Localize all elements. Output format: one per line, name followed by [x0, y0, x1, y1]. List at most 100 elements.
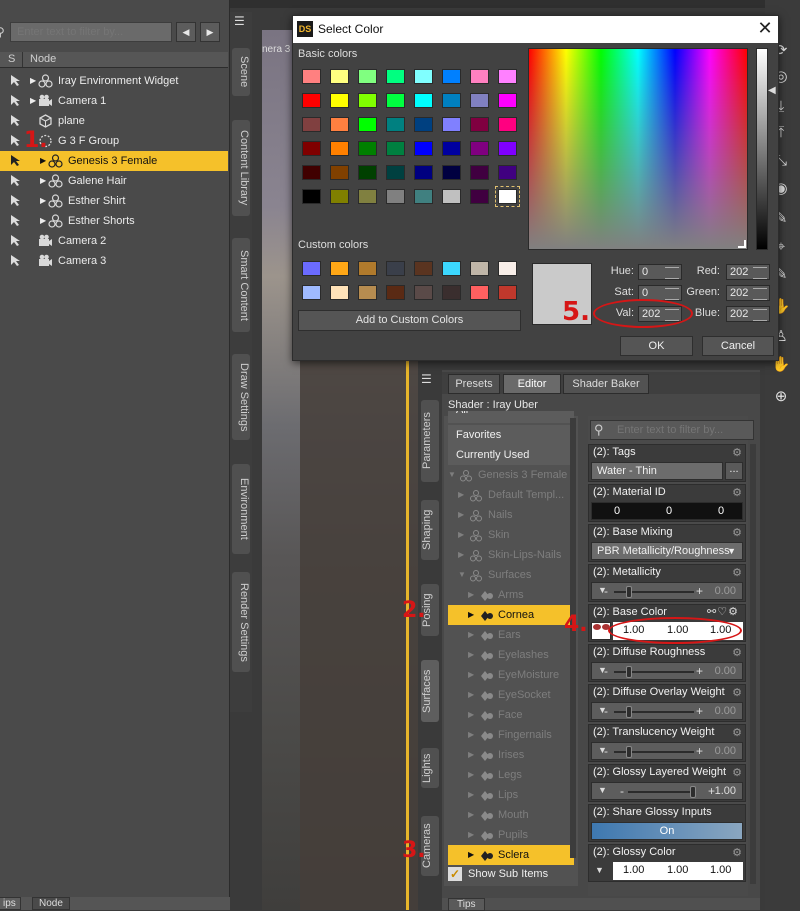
basic-color-swatch[interactable]: [302, 93, 321, 108]
surface-list-item[interactable]: ▶ EyeMoisture: [448, 665, 574, 685]
glossy-color-field[interactable]: 1.00 1.00 1.00: [613, 862, 743, 880]
gear-icon[interactable]: ⚙: [732, 766, 742, 779]
basic-color-swatch[interactable]: [386, 69, 405, 84]
expand-arrow-icon[interactable]: ▶: [40, 171, 46, 191]
basic-color-swatch[interactable]: [470, 93, 489, 108]
gear-icon[interactable]: ⚙: [732, 526, 742, 539]
tags-value-field[interactable]: Water - Thin: [591, 462, 723, 480]
ok-button[interactable]: OK: [620, 336, 693, 356]
surface-list-item[interactable]: ▶ Ears: [448, 625, 574, 645]
custom-color-swatch[interactable]: [498, 261, 517, 276]
slider-knob[interactable]: [690, 786, 696, 798]
basic-color-swatch[interactable]: [470, 141, 489, 156]
basic-color-swatch[interactable]: [498, 141, 517, 156]
color-spectrum[interactable]: [528, 48, 748, 250]
panel-menu-icon[interactable]: ☰: [421, 372, 437, 386]
tab-presets[interactable]: Presets: [448, 374, 500, 394]
scene-node-row[interactable]: ▶ Galene Hair: [0, 171, 228, 191]
translucency-slider[interactable]: ▼ - + 0.00: [591, 742, 743, 760]
surface-list-item[interactable]: ▶ Skin: [448, 525, 574, 545]
custom-color-swatch[interactable]: [302, 261, 321, 276]
diffuse-roughness-slider[interactable]: ▼ - + 0.00: [591, 662, 743, 680]
expand-arrow-icon[interactable]: ▶: [468, 705, 474, 725]
tab-environment[interactable]: Environment: [232, 464, 250, 554]
expand-arrow-icon[interactable]: ▶: [468, 605, 474, 625]
basic-color-swatch[interactable]: [442, 141, 461, 156]
tab-editor[interactable]: Editor: [503, 374, 561, 394]
basic-color-swatch[interactable]: [330, 189, 349, 204]
slider-knob[interactable]: [626, 666, 632, 678]
visibility-icon[interactable]: [9, 254, 22, 267]
visibility-icon[interactable]: [9, 194, 22, 207]
previous-arrow-icon[interactable]: ◀: [176, 22, 196, 42]
chevron-down-icon[interactable]: ▼: [598, 785, 607, 795]
basic-color-swatch[interactable]: [470, 69, 489, 84]
custom-color-swatch[interactable]: [442, 285, 461, 300]
visibility-icon[interactable]: [9, 94, 22, 107]
expand-arrow-icon[interactable]: ▶: [468, 825, 474, 845]
minus-icon[interactable]: -: [604, 664, 608, 678]
plus-icon[interactable]: +: [696, 664, 703, 678]
surface-list-item[interactable]: ▶ Sclera: [448, 845, 574, 865]
plus-icon[interactable]: +: [696, 744, 703, 758]
expand-arrow-icon[interactable]: ▶: [458, 485, 464, 505]
basic-color-swatch[interactable]: [470, 165, 489, 180]
chevron-down-icon[interactable]: ▼: [595, 865, 604, 875]
glossy-layered-slider[interactable]: ▼ - + 1.00: [591, 782, 743, 800]
basic-color-swatch[interactable]: [358, 189, 377, 204]
link-heart-gear-icons[interactable]: ⚯♡⚙: [707, 605, 739, 618]
tab-tips-editor[interactable]: Tips: [448, 898, 485, 911]
expand-arrow-icon[interactable]: ▶: [468, 725, 474, 745]
visibility-icon[interactable]: [9, 214, 22, 227]
share-glossy-toggle[interactable]: On: [591, 822, 743, 840]
column-s[interactable]: S: [8, 53, 15, 65]
basic-color-swatch[interactable]: [386, 93, 405, 108]
hue-spinbox[interactable]: 0: [638, 264, 682, 280]
plus-icon[interactable]: +: [696, 584, 703, 598]
surface-list-item[interactable]: All: [448, 411, 574, 423]
surface-list-item[interactable]: ▶ Face: [448, 705, 574, 725]
basic-color-swatch[interactable]: [414, 189, 433, 204]
basic-color-swatch[interactable]: [442, 117, 461, 132]
basic-color-swatch[interactable]: [495, 186, 520, 207]
surface-list-scrollbar[interactable]: [570, 418, 576, 858]
surface-list-item[interactable]: ▶ Fingernails: [448, 725, 574, 745]
show-sub-items-checkbox[interactable]: ✓: [448, 867, 462, 881]
collapse-arrow-icon[interactable]: ▼: [448, 465, 456, 485]
surface-list-item[interactable]: Currently Used: [448, 445, 574, 465]
cancel-button[interactable]: Cancel: [702, 336, 774, 356]
surface-list-item[interactable]: ▶ Skin-Lips-Nails: [448, 545, 574, 565]
basic-color-swatch[interactable]: [358, 117, 377, 132]
surface-list-item[interactable]: ▶ Cornea: [448, 605, 574, 625]
basic-color-swatch[interactable]: [302, 141, 321, 156]
expand-arrow-icon[interactable]: ▶: [40, 191, 46, 211]
plus-icon[interactable]: +: [696, 704, 703, 718]
expand-arrow-icon[interactable]: ▶: [458, 545, 464, 565]
tab-smart-content[interactable]: Smart Content: [232, 238, 250, 332]
surface-list-item[interactable]: ▶ Nails: [448, 505, 574, 525]
basic-color-swatch[interactable]: [330, 117, 349, 132]
column-node[interactable]: Node: [30, 53, 56, 65]
visibility-icon[interactable]: [9, 234, 22, 247]
custom-color-swatch[interactable]: [330, 261, 349, 276]
surface-list-item[interactable]: ▶ Lips: [448, 785, 574, 805]
basic-color-swatch[interactable]: [498, 117, 517, 132]
tags-more-button[interactable]: ...: [725, 462, 743, 480]
basic-color-swatch[interactable]: [442, 93, 461, 108]
minus-icon[interactable]: -: [604, 584, 608, 598]
expand-arrow-icon[interactable]: ▶: [40, 151, 46, 171]
tab-shader-baker[interactable]: Shader Baker: [563, 374, 649, 394]
tab-parameters[interactable]: Parameters: [421, 400, 439, 482]
basic-color-swatch[interactable]: [414, 69, 433, 84]
basic-color-swatch[interactable]: [414, 93, 433, 108]
blue-spinbox[interactable]: 202: [726, 306, 770, 322]
property-filter-input[interactable]: [590, 420, 754, 440]
basic-color-swatch[interactable]: [442, 69, 461, 84]
expand-arrow-icon[interactable]: ▶: [458, 525, 464, 545]
basic-color-swatch[interactable]: [470, 189, 489, 204]
surface-list-item[interactable]: ▶ Irises: [448, 745, 574, 765]
basic-color-swatch[interactable]: [470, 117, 489, 132]
gear-icon[interactable]: ⚙: [732, 446, 742, 459]
expand-arrow-icon[interactable]: ▶: [468, 585, 474, 605]
basic-color-swatch[interactable]: [302, 165, 321, 180]
